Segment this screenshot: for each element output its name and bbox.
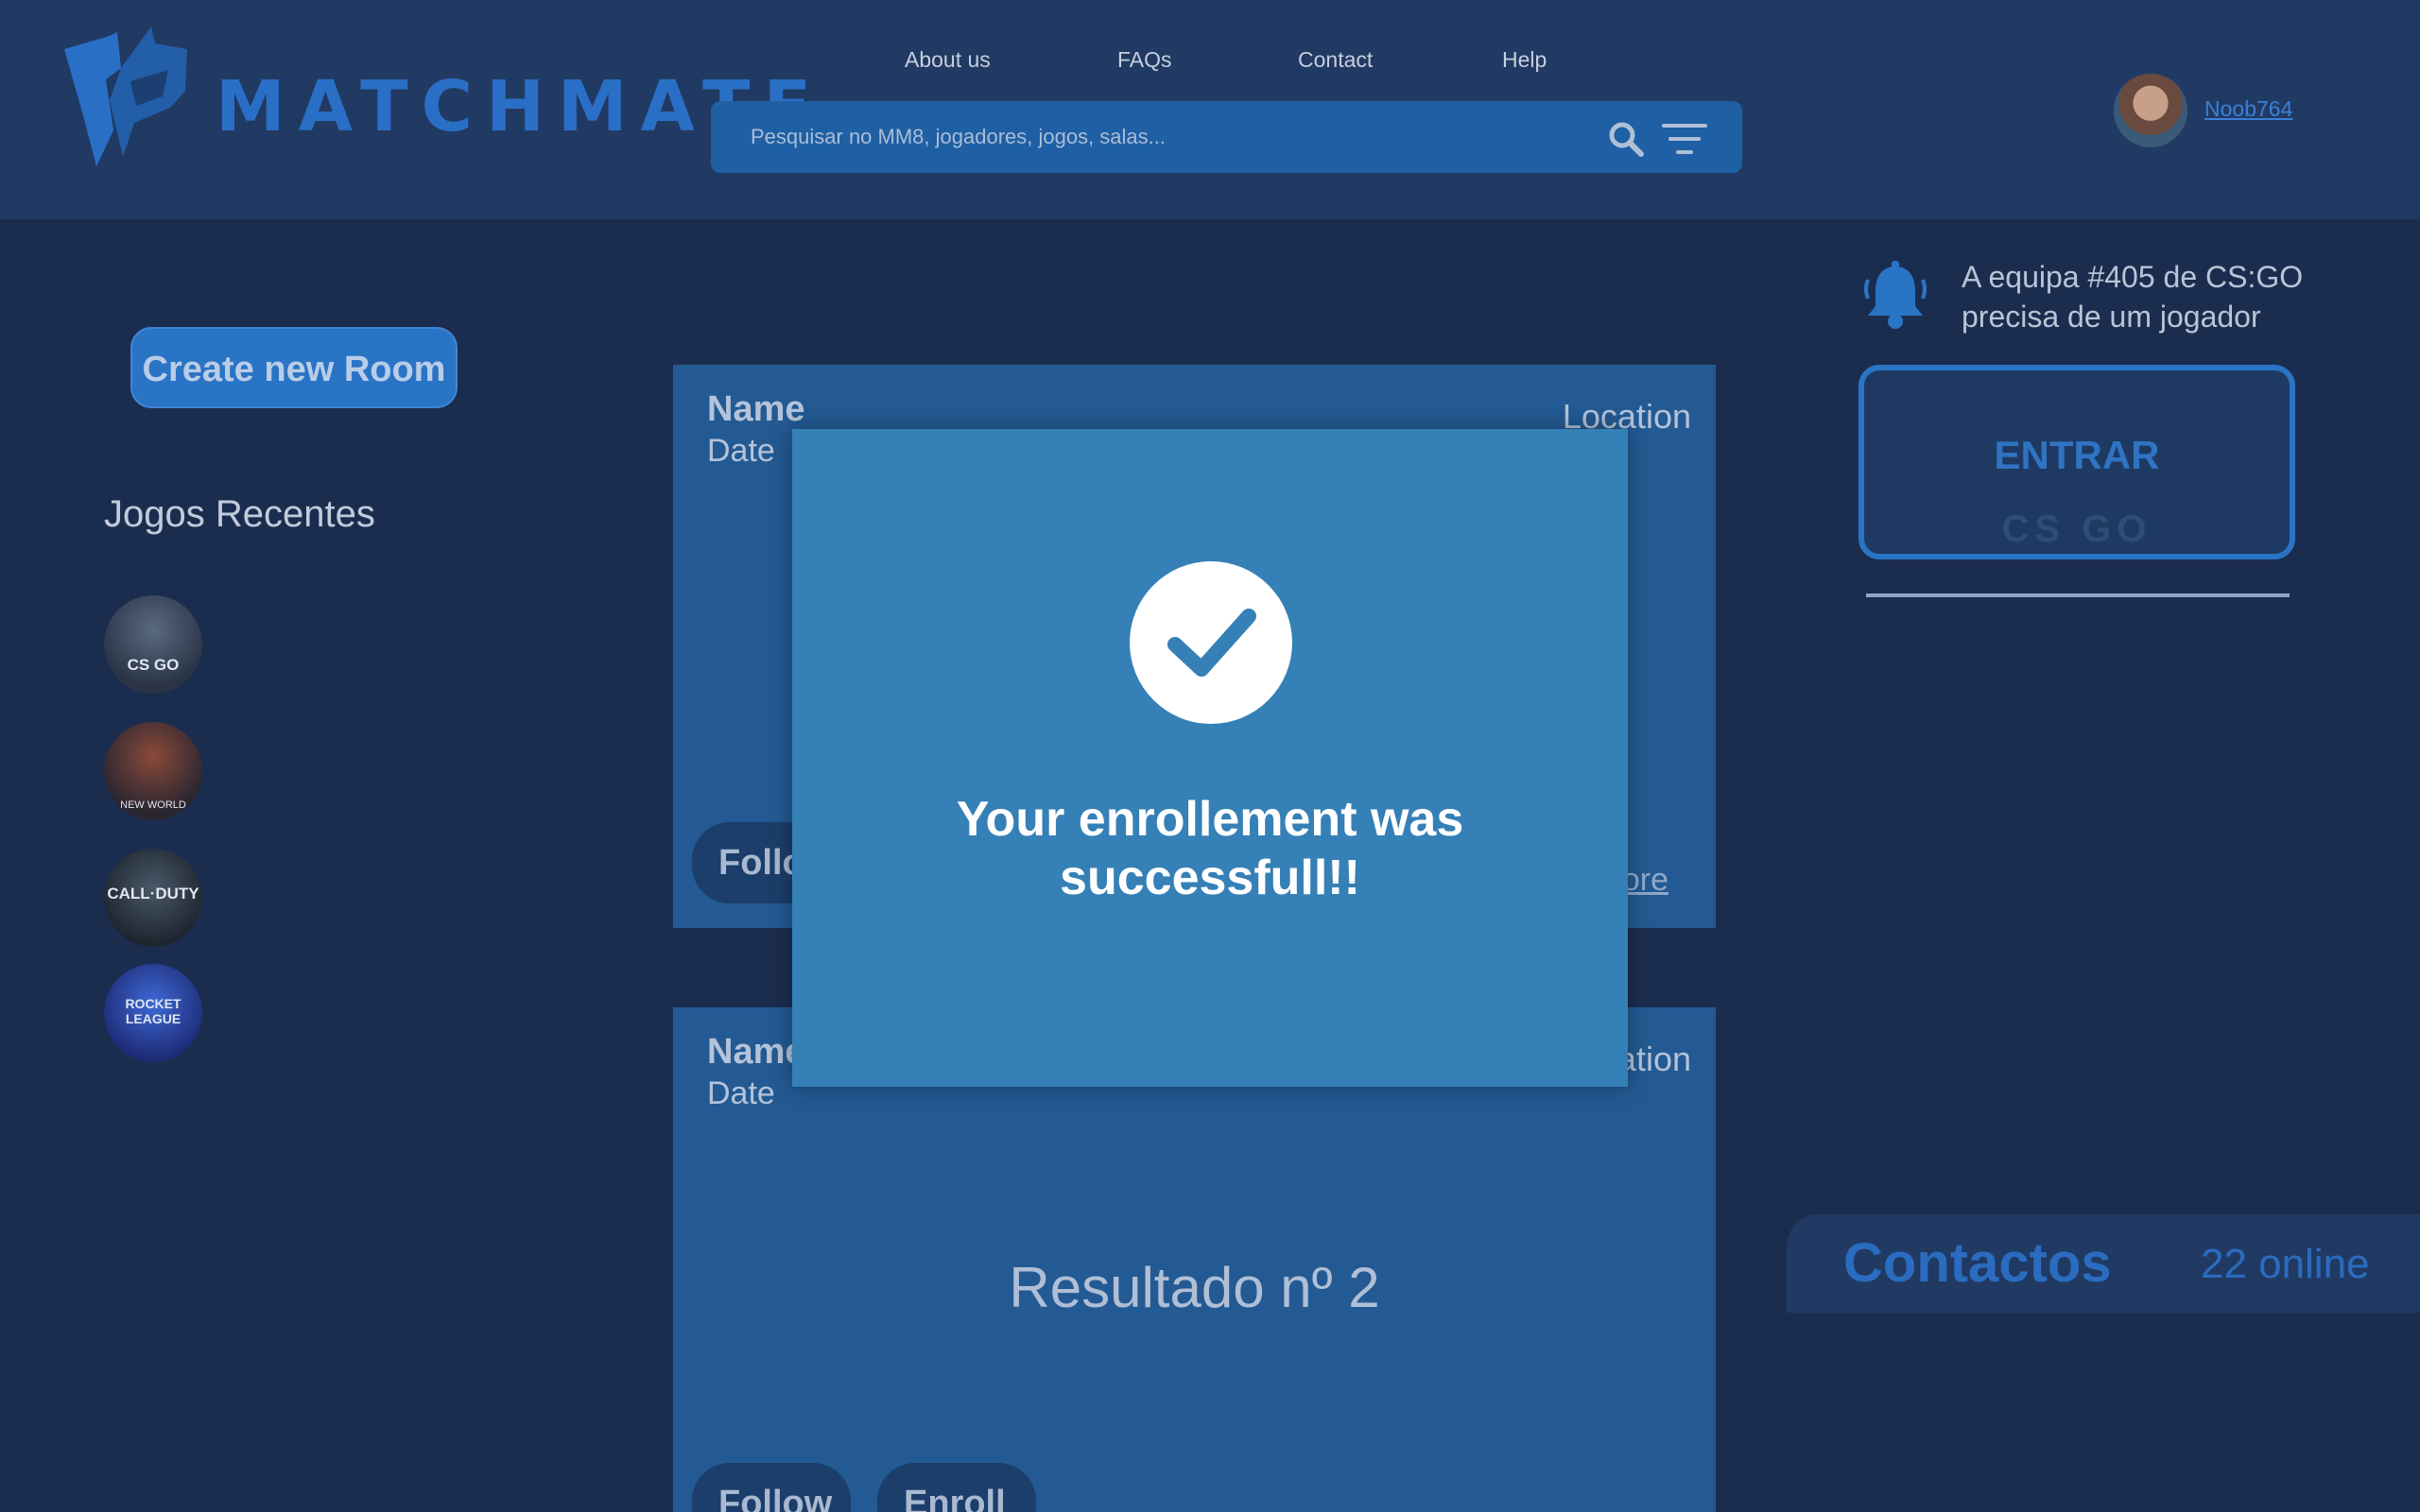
bell-icon[interactable] (1862, 261, 1928, 331)
recent-game-rocket-league[interactable]: ROCKET LEAGUE (104, 964, 202, 1062)
success-message: Your enrollement was successfull!! (792, 790, 1628, 907)
join-button-label: ENTRAR (1994, 433, 2160, 477)
room-name: Name (707, 1032, 805, 1072)
success-badge (1130, 561, 1292, 724)
user-avatar[interactable] (2114, 74, 2187, 147)
recent-games-title: Jogos Recentes (104, 493, 375, 535)
matchmate-logo-icon[interactable] (64, 25, 193, 176)
contacts-title: Contactos (1843, 1232, 2112, 1294)
room-name: Name (707, 389, 805, 429)
game-label: ROCKET LEAGUE (125, 996, 182, 1026)
room-date: Date (707, 433, 775, 469)
divider (1866, 593, 2290, 597)
room-location: ation (1616, 1040, 1691, 1078)
search-bar[interactable]: Pesquisar no MM8, jogadores, jogos, sala… (711, 101, 1742, 173)
game-label: NEW WORLD (120, 799, 186, 811)
see-more-link[interactable]: ore (1622, 862, 1668, 899)
game-watermark: CS GO (2001, 508, 2152, 550)
contacts-panel[interactable]: Contactos 22 online (1787, 1214, 2420, 1313)
join-team-button[interactable]: ENTRAR CS GO (1858, 365, 2295, 559)
success-message-line: Your enrollement was (956, 792, 1464, 847)
game-label: CALL·DUTY (107, 885, 199, 902)
checkmark-icon (1167, 609, 1256, 677)
recent-game-csgo[interactable]: CS GO (104, 595, 202, 694)
create-room-button[interactable]: Create new Room (130, 327, 458, 408)
nav-about-us[interactable]: About us (905, 47, 991, 73)
filter-icon[interactable] (1661, 122, 1708, 156)
notification-text: A equipa #405 de CS:GO precisa de um jog… (1962, 257, 2303, 336)
username-link[interactable]: Noob764 (2204, 96, 2292, 122)
enrollment-success-dialog[interactable]: Your enrollement was successfull!! (792, 429, 1628, 1087)
search-placeholder[interactable]: Pesquisar no MM8, jogadores, jogos, sala… (751, 125, 1166, 149)
notification-line: precisa de um jogador (1962, 300, 2261, 334)
recent-game-new-world[interactable]: NEW WORLD (104, 722, 202, 820)
online-count: 22 online (2201, 1241, 2370, 1287)
nav-help[interactable]: Help (1502, 47, 1547, 73)
nav-faqs[interactable]: FAQs (1117, 47, 1172, 73)
search-icon[interactable] (1607, 120, 1645, 158)
top-header: MATCHMATE About us FAQs Contact Help Pes… (0, 0, 2420, 219)
success-message-line: successfull!! (1060, 850, 1360, 905)
recent-game-call-of-duty[interactable]: CALL·DUTY (104, 849, 202, 947)
result-placeholder: Resultado nº 2 (1009, 1256, 1380, 1319)
notification-line: A equipa #405 de CS:GO (1962, 260, 2304, 294)
room-date: Date (707, 1075, 775, 1111)
game-label: CS GO (127, 656, 180, 674)
enroll-button[interactable]: Enroll (877, 1463, 1036, 1512)
nav-contact[interactable]: Contact (1298, 47, 1373, 73)
follow-button[interactable]: Follow (692, 1463, 851, 1512)
